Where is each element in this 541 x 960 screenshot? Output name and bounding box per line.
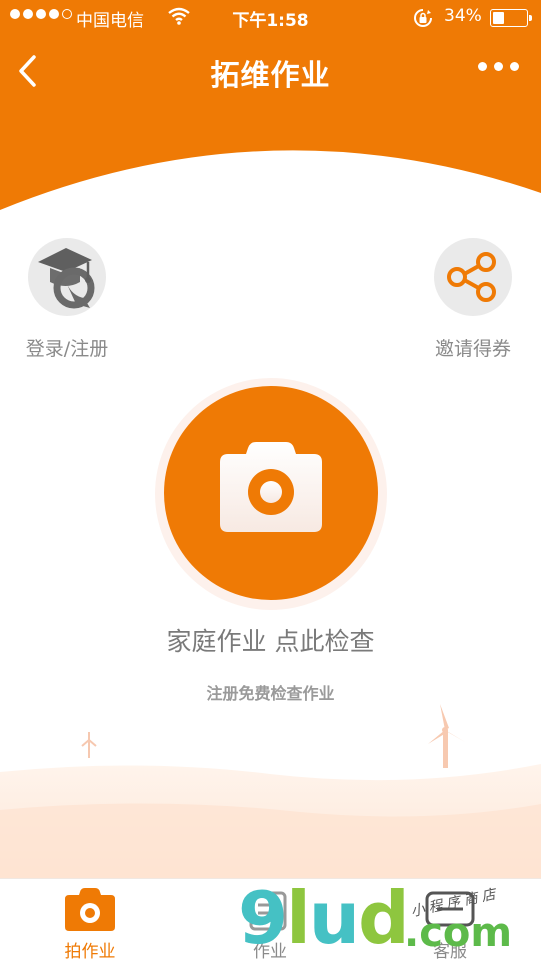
service-icon bbox=[425, 891, 475, 927]
rotation-lock-icon bbox=[414, 9, 432, 27]
login-avatar-circle bbox=[28, 238, 106, 316]
battery-fill bbox=[493, 12, 504, 24]
more-dots-icon[interactable] bbox=[478, 62, 519, 71]
tab-customer-service[interactable]: 客服 bbox=[390, 879, 510, 960]
check-homework-text[interactable]: 家庭作业 点此检查 bbox=[0, 622, 541, 658]
invite-coupon-label: 邀请得券 bbox=[434, 338, 511, 360]
homework-icon bbox=[249, 891, 287, 931]
landscape-illustration bbox=[0, 704, 541, 880]
camera-capture-button[interactable] bbox=[164, 386, 378, 600]
tab-camera-label: 拍作业 bbox=[64, 942, 116, 960]
page-title: 拓维作业 bbox=[210, 58, 331, 92]
battery-icon bbox=[490, 9, 532, 27]
tab-homework-label: 作业 bbox=[253, 942, 287, 960]
windmill-large bbox=[428, 704, 465, 768]
invite-coupon-button[interactable]: 邀请得券 bbox=[418, 238, 528, 361]
nav-bar: 拓维作业 bbox=[0, 36, 541, 106]
battery-percentage: 34% bbox=[444, 6, 482, 26]
login-register-label: 登录/注册 bbox=[25, 338, 109, 360]
graduation-cap-icon bbox=[38, 248, 95, 309]
tab-bar: 拍作业 作业 客服 bbox=[0, 878, 541, 960]
share-icon bbox=[447, 252, 496, 302]
tab-service-label: 客服 bbox=[433, 942, 467, 960]
tab-camera-homework[interactable]: 拍作业 bbox=[30, 879, 150, 960]
camera-icon bbox=[65, 888, 115, 931]
status-bar: 中国电信 下午1:58 34% bbox=[0, 0, 541, 36]
invite-circle bbox=[434, 238, 512, 316]
login-register-button[interactable]: 登录/注册 bbox=[12, 238, 122, 361]
camera-icon bbox=[220, 442, 322, 532]
tab-homework[interactable]: 作业 bbox=[210, 879, 330, 960]
windmill-small bbox=[81, 732, 97, 758]
